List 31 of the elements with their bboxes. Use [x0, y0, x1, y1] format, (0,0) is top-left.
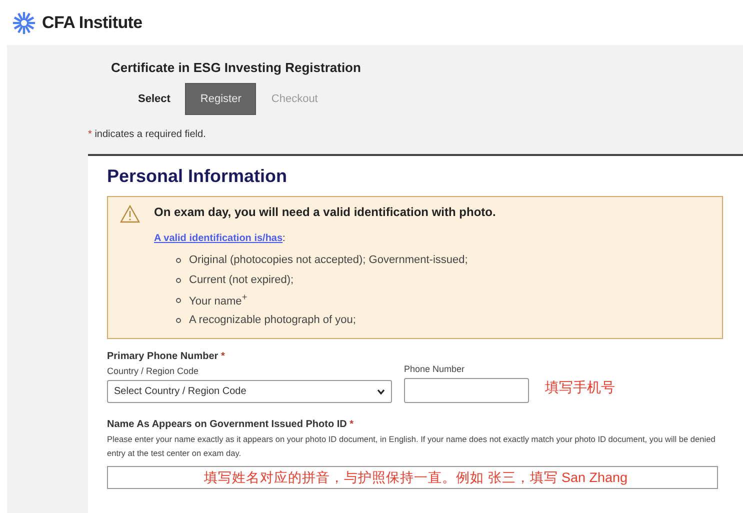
name-field[interactable]: 填写姓名对应的拼音，与护照保持一直。例如 张三，填写 San Zhang [107, 466, 718, 489]
section-title: Personal Information [107, 166, 288, 187]
notice-heading: On exam day, you will need a valid identification with photo. [154, 205, 496, 219]
name-label: Name As Appears on Government Issued Photo ID * [107, 419, 355, 430]
step-tab[interactable]: Checkout [256, 83, 333, 115]
country-code-select[interactable]: Select Country / Region Code [107, 380, 392, 403]
annotation-text: 填写手机号 [545, 379, 615, 397]
logo-text: CFA Institute [42, 12, 142, 32]
phone-number-field[interactable] [404, 378, 529, 403]
step-tab[interactable]: Register [185, 83, 256, 115]
bullet-icon [176, 298, 181, 302]
requirement-text: Your name$^{+}$ [189, 292, 248, 308]
requirement-text: Current (not expired); [189, 274, 294, 286]
bullet-icon [176, 278, 181, 282]
colon-text: : [282, 233, 286, 244]
country-code-label: Country / Region Code [107, 366, 200, 376]
identification-link[interactable]: A valid identification is/has [154, 233, 283, 244]
logo-icon [12, 10, 36, 34]
phone-number-label: Phone Number [404, 364, 466, 374]
requirement-text: A recognizable photograph of you; [189, 314, 356, 326]
warning-icon [120, 205, 140, 223]
step-tab[interactable]: Select [123, 83, 186, 115]
phone-label: Primary Phone Number * [107, 351, 226, 362]
registration-title: Certificate in ESG Investing Registration [111, 60, 362, 75]
chevron-icon [377, 388, 385, 394]
requirement-text: Original (photocopies not accepted); Government-issued; [189, 254, 468, 266]
bullet-icon [176, 258, 181, 262]
name-help-text: Please enter your name exactly as it appears on your photo ID document, in English. If your name does not exactly match your photo ID document, you will be denied entry at the test center on exam day. [107, 433, 716, 460]
required-note: * indicates a required field. [88, 129, 207, 140]
bullet-icon [176, 318, 181, 322]
annotation-text: 填写姓名对应的拼音，与护照保持一直。例如 张三，填写 San Zhang [204, 468, 628, 486]
